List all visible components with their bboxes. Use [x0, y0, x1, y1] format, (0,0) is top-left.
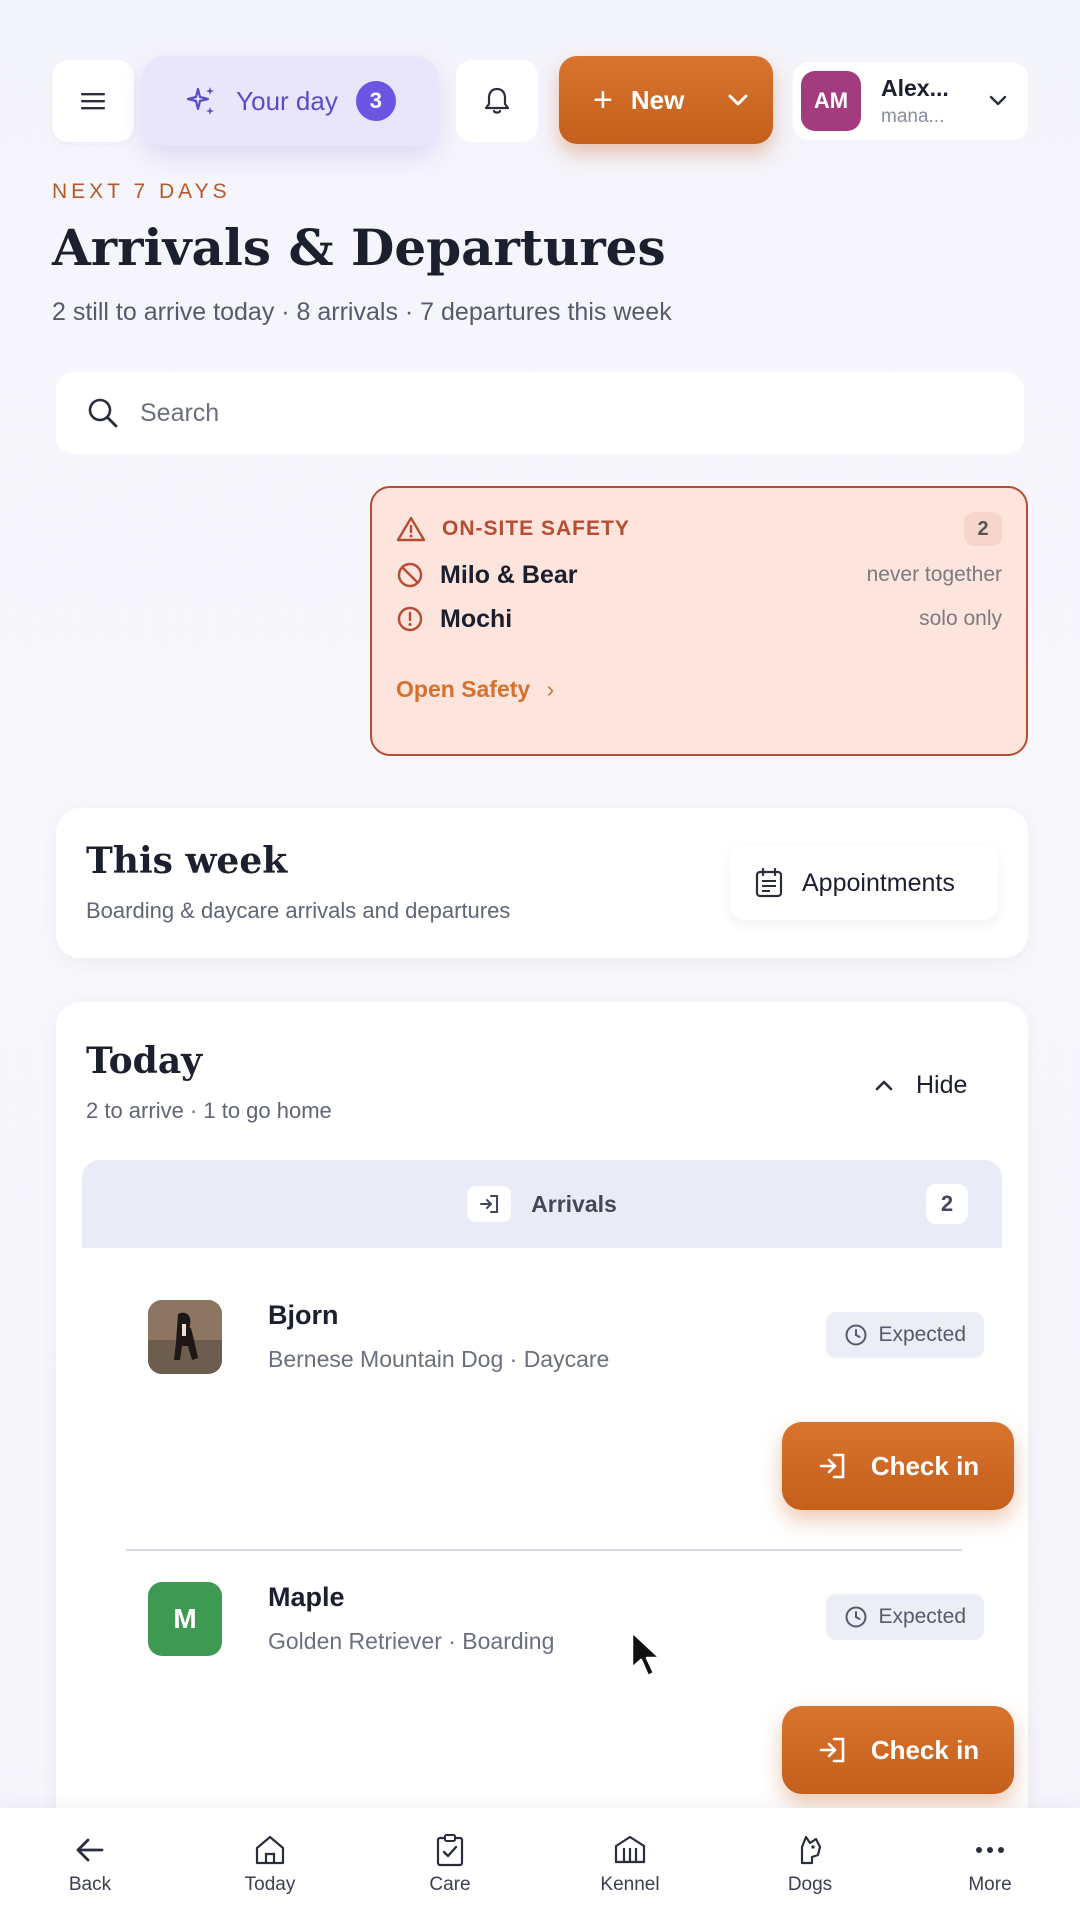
status-label: Expected [878, 1605, 966, 1628]
hide-label: Hide [916, 1070, 968, 1099]
mouse-cursor-icon [630, 1630, 662, 1678]
nav-today[interactable]: Today [180, 1808, 360, 1920]
log-in-icon [480, 1195, 499, 1213]
dog-meta: Bernese Mountain Dog · Daycare [268, 1346, 610, 1372]
nav-label: Kennel [600, 1874, 660, 1895]
nav-more[interactable]: More [900, 1808, 1080, 1920]
clock-icon [845, 1606, 867, 1628]
arrivals-label: Arrivals [531, 1190, 617, 1217]
user-menu[interactable]: AM Alex... mana... [793, 62, 1028, 140]
safety-title: ON-SITE SAFETY [442, 517, 630, 540]
log-in-icon [819, 1453, 845, 1479]
alert-circle-icon [397, 606, 423, 632]
week-subtitle: Boarding & daycare arrivals and departur… [86, 898, 511, 923]
week-title: This week [86, 840, 288, 882]
page-title: Arrivals & Departures [52, 218, 666, 277]
safety-item: Mochi solo only [396, 602, 1002, 636]
top-bar: Your day 3 + New AM Alex... mana... [52, 56, 1028, 146]
calendar-list-icon [755, 867, 783, 898]
safety-count: 2 [964, 512, 1002, 546]
nav-dogs[interactable]: Dogs [720, 1808, 900, 1920]
nav-label: More [968, 1874, 1012, 1895]
appointments-button[interactable]: Appointments [730, 846, 998, 920]
log-in-icon [819, 1737, 845, 1763]
status-label: Expected [878, 1323, 966, 1346]
dog-photo [148, 1300, 222, 1374]
hamburger-icon [81, 93, 105, 110]
ban-icon [397, 562, 423, 588]
check-in-label: Check in [870, 1734, 980, 1765]
nav-care[interactable]: Care [360, 1808, 540, 1920]
dog-name: Maple [268, 1582, 345, 1612]
your-day-label: Your day [236, 85, 338, 116]
check-in-label: Check in [870, 1450, 980, 1481]
eyebrow: NEXT 7 DAYS [52, 180, 231, 203]
search-icon [88, 398, 118, 428]
open-safety-label: Open Safety [396, 676, 531, 702]
chevron-right-icon: › [546, 676, 555, 702]
arrow-left-icon [76, 1838, 104, 1862]
nav-label: Dogs [787, 1874, 833, 1895]
bell-icon [484, 87, 510, 114]
clock-icon [845, 1324, 867, 1346]
search-bar [56, 372, 1024, 454]
search-input[interactable] [140, 398, 940, 428]
list-item: M Maple Golden Retriever · Boarding Expe… [70, 1582, 1024, 1794]
user-name: Alex... [881, 74, 949, 101]
check-in-button[interactable]: Check in [782, 1422, 1014, 1510]
safety-card: ON-SITE SAFETY 2 Milo & Bear never toget… [370, 486, 1028, 756]
appointments-label: Appointments [802, 868, 955, 897]
list-item: Bjorn Bernese Mountain Dog · Daycare Exp… [70, 1300, 1024, 1510]
page-subtitle: 2 still to arrive today · 8 arrivals · 7… [52, 298, 672, 326]
hide-button[interactable]: Hide [844, 1054, 998, 1116]
arrivals-count: 2 [926, 1184, 968, 1224]
avatar: AM [801, 71, 861, 131]
your-day-button[interactable]: Your day 3 [142, 56, 438, 146]
dog-meta: Golden Retriever · Boarding [268, 1628, 555, 1654]
nav-label: Today [244, 1874, 296, 1895]
plus-icon: + [593, 80, 613, 119]
dog-avatar: M [148, 1582, 222, 1656]
status-badge: Expected [826, 1594, 984, 1640]
safety-item: Milo & Bear never together [396, 558, 1002, 592]
nav-back[interactable]: Back [0, 1808, 180, 1920]
bottom-nav: Back Today Care Kennel Dogs More [0, 1808, 1080, 1920]
dog-icon [800, 1835, 822, 1865]
home-icon [255, 1835, 285, 1865]
clipboard-check-icon [436, 1834, 464, 1867]
safety-item-note: solo only [919, 607, 1002, 630]
this-week-card: This week Boarding & daycare arrivals an… [56, 808, 1028, 958]
user-role: mana... [881, 105, 945, 127]
divider [126, 1549, 962, 1551]
notifications-button[interactable] [456, 60, 538, 142]
kennel-icon [614, 1835, 646, 1864]
more-dots-icon [976, 1847, 1004, 1853]
nav-label: Care [429, 1874, 471, 1895]
today-title: Today [86, 1040, 203, 1082]
sparkles-icon [187, 87, 215, 115]
dog-avatar [148, 1300, 222, 1374]
arrivals-section-header[interactable]: Arrivals 2 [82, 1160, 1002, 1248]
chevron-down-icon [728, 94, 748, 106]
chevron-up-icon [875, 1080, 893, 1091]
your-day-badge: 3 [355, 81, 396, 121]
open-safety-link[interactable]: Open Safety › [396, 676, 554, 703]
new-button[interactable]: + New [559, 56, 773, 144]
check-in-button[interactable]: Check in [782, 1706, 1014, 1794]
warning-triangle-icon [396, 516, 426, 542]
nav-label: Back [68, 1874, 112, 1895]
safety-item-name: Milo & Bear [440, 560, 578, 589]
dog-name: Bjorn [268, 1300, 339, 1330]
safety-item-name: Mochi [440, 604, 513, 633]
safety-item-note: never together [866, 563, 1002, 586]
chevron-down-icon [989, 95, 1007, 106]
menu-button[interactable] [52, 60, 134, 142]
today-subtitle: 2 to arrive · 1 to go home [86, 1098, 332, 1123]
new-label: New [630, 84, 685, 115]
nav-kennel[interactable]: Kennel [540, 1808, 720, 1920]
status-badge: Expected [826, 1312, 984, 1358]
